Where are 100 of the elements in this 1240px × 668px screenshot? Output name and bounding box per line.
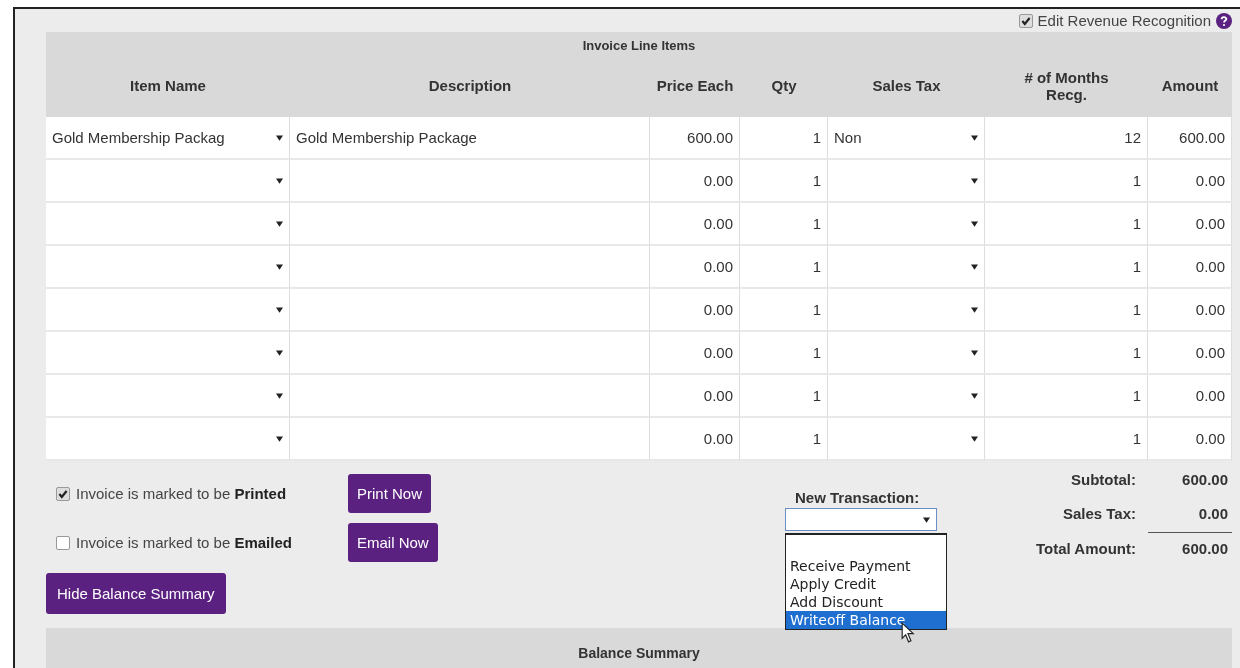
caret-icon: [276, 263, 283, 270]
new-transaction-label: New Transaction:: [795, 489, 921, 506]
amount-cell: 0.00: [1148, 289, 1232, 332]
caret-icon: [971, 392, 978, 399]
qty-field[interactable]: 1: [740, 160, 828, 203]
help-icon[interactable]: [1216, 12, 1232, 29]
price-field[interactable]: 0.00: [650, 418, 740, 461]
caret-icon: [971, 220, 978, 227]
months-field[interactable]: 1: [985, 246, 1148, 289]
column-header: Amount: [1161, 77, 1219, 94]
description-field[interactable]: [290, 246, 650, 289]
qty-field[interactable]: 1: [740, 375, 828, 418]
caret-icon: [971, 349, 978, 356]
months-field[interactable]: 12: [985, 117, 1148, 160]
caret-icon: [276, 435, 283, 442]
item-select[interactable]: [46, 203, 290, 246]
description-field[interactable]: [290, 203, 650, 246]
months-field[interactable]: 1: [985, 160, 1148, 203]
amount-cell: 0.00: [1148, 203, 1232, 246]
sales-tax-select[interactable]: [828, 289, 985, 332]
amount-cell: 0.00: [1148, 418, 1232, 461]
description-field[interactable]: [290, 418, 650, 461]
price-field[interactable]: 0.00: [650, 203, 740, 246]
action-button[interactable]: Email Now: [348, 523, 438, 562]
dropdown-option[interactable]: Writeoff Balance: [786, 611, 946, 629]
caret-icon: [923, 516, 930, 523]
checkbox[interactable]: [1018, 13, 1033, 28]
sales-tax-select[interactable]: [828, 160, 985, 203]
total-label: Subtotal:: [1070, 470, 1137, 490]
sales-tax-select[interactable]: [828, 246, 985, 289]
description-field[interactable]: [290, 375, 650, 418]
item-select[interactable]: Gold Membership Packag: [46, 117, 290, 160]
description-field[interactable]: [290, 332, 650, 375]
caret-icon: [276, 134, 283, 141]
item-select[interactable]: [46, 375, 290, 418]
action-button[interactable]: Print Now: [348, 474, 432, 513]
caret-icon: [276, 177, 283, 184]
caret-icon: [276, 349, 283, 356]
dropdown-option[interactable]: Apply Credit: [786, 575, 946, 593]
transaction-select[interactable]: [785, 508, 937, 531]
checkbox[interactable]: [56, 486, 70, 501]
qty-field[interactable]: 1: [740, 203, 828, 246]
sales-tax-select[interactable]: [828, 418, 985, 461]
hide-balance-button[interactable]: Hide Balance Summary: [46, 573, 226, 614]
total-value: 600.00: [1181, 539, 1229, 559]
column-header: Description: [428, 77, 512, 94]
price-field[interactable]: 0.00: [650, 289, 740, 332]
caret-icon: [276, 392, 283, 399]
column-header: Sales Tax: [872, 77, 941, 94]
amount-cell: 0.00: [1148, 160, 1232, 203]
qty-field[interactable]: 1: [740, 246, 828, 289]
caret-icon: [971, 134, 978, 141]
total-label: Total Amount:: [1036, 539, 1137, 559]
total-value: 600.00: [1181, 470, 1229, 490]
price-field[interactable]: 600.00: [650, 117, 740, 160]
item-select[interactable]: [46, 332, 290, 375]
total-value: 0.00: [1148, 503, 1232, 533]
sales-tax-select[interactable]: [828, 375, 985, 418]
caret-icon: [276, 306, 283, 313]
months-field[interactable]: 1: [985, 375, 1148, 418]
checkbox-label: Invoice is marked to be Printed: [76, 485, 288, 502]
description-field[interactable]: Gold Membership Package: [290, 117, 650, 160]
months-field[interactable]: 1: [985, 332, 1148, 375]
price-field[interactable]: 0.00: [650, 160, 740, 203]
amount-cell: 0.00: [1148, 332, 1232, 375]
price-field[interactable]: 0.00: [650, 332, 740, 375]
item-select[interactable]: [46, 289, 290, 332]
qty-field[interactable]: 1: [740, 332, 828, 375]
caret-icon: [971, 435, 978, 442]
months-field[interactable]: 1: [985, 289, 1148, 332]
sales-tax-select[interactable]: [828, 332, 985, 375]
amount-cell: 600.00: [1148, 117, 1232, 160]
months-field[interactable]: 1: [985, 418, 1148, 461]
item-select[interactable]: [46, 418, 290, 461]
column-header: Price Each: [656, 77, 734, 94]
checkbox[interactable]: [56, 535, 70, 550]
table-title: Invoice Line Items: [582, 38, 696, 53]
sales-tax-select[interactable]: Non: [828, 117, 985, 160]
item-select[interactable]: [46, 246, 290, 289]
column-header: Qty: [771, 77, 797, 94]
column-header: # of Months Recg.: [1023, 68, 1110, 103]
dropdown-option[interactable]: Receive Payment: [786, 557, 946, 575]
months-field[interactable]: 1: [985, 203, 1148, 246]
checkbox-label: Invoice is marked to be Emailed: [76, 534, 293, 551]
price-field[interactable]: 0.00: [650, 375, 740, 418]
qty-field[interactable]: 1: [740, 418, 828, 461]
price-field[interactable]: 0.00: [650, 246, 740, 289]
amount-cell: 0.00: [1148, 375, 1232, 418]
amount-cell: 0.00: [1148, 246, 1232, 289]
total-label: Sales Tax:: [1061, 504, 1137, 524]
qty-field[interactable]: 1: [740, 289, 828, 332]
description-field[interactable]: [290, 289, 650, 332]
qty-field[interactable]: 1: [740, 117, 828, 160]
caret-icon: [276, 220, 283, 227]
dropdown-option[interactable]: Add Discount: [786, 593, 946, 611]
sales-tax-select[interactable]: [828, 203, 985, 246]
description-field[interactable]: [290, 160, 650, 203]
item-select[interactable]: [46, 160, 290, 203]
balance-summary-title: Balance Summary: [578, 645, 700, 661]
column-header: Item Name: [130, 77, 206, 94]
